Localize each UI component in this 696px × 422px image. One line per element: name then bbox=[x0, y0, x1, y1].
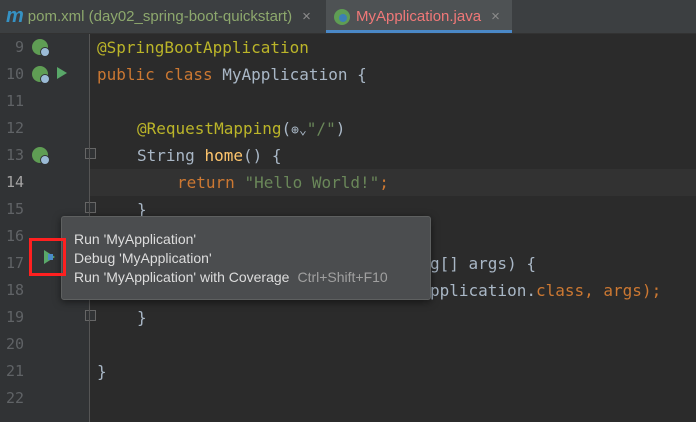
method-name: home bbox=[204, 146, 243, 165]
run-class-icon[interactable] bbox=[57, 67, 67, 79]
line-number: 19 bbox=[5, 308, 24, 326]
gutter-line: 21 bbox=[0, 358, 89, 385]
code-line: String home() { bbox=[90, 142, 696, 169]
line-number: 13 bbox=[5, 146, 24, 164]
globe-icon[interactable]: ⊕⌄ bbox=[291, 123, 307, 138]
line-number: 20 bbox=[5, 335, 24, 353]
annotation: @SpringBootApplication bbox=[97, 38, 309, 57]
code-text: public class MyApplication { bbox=[97, 61, 367, 88]
tab-myapplication-java[interactable]: MyApplication.java × bbox=[326, 0, 512, 33]
gutter-line: 11 bbox=[0, 88, 89, 115]
tab-label: MyApplication.java bbox=[356, 8, 482, 25]
gutter-line: 12 bbox=[0, 115, 89, 142]
code-punct: , args); bbox=[584, 281, 662, 300]
code-text: String home() { bbox=[137, 142, 282, 169]
line-number: 17 bbox=[5, 254, 24, 272]
line-number: 16 bbox=[5, 227, 24, 245]
code-text: pplication.class, args); bbox=[430, 277, 661, 304]
string-literal: "Hello World!" bbox=[244, 173, 380, 192]
menu-item-run-with-coverage[interactable]: Run 'MyApplication' with Coverage Ctrl+Sh… bbox=[74, 268, 388, 286]
spring-class-icon bbox=[334, 8, 350, 25]
gutter-line: 14 bbox=[0, 169, 89, 196]
menu-item-label: Run 'MyApplication' with Coverage bbox=[74, 269, 290, 285]
line-number: 18 bbox=[5, 281, 24, 299]
line-number: 12 bbox=[5, 119, 24, 137]
code-punct: () { bbox=[242, 146, 282, 165]
type-name: String bbox=[137, 146, 205, 165]
semicolon: ; bbox=[379, 173, 389, 192]
code-text: @SpringBootApplication bbox=[97, 34, 309, 61]
line-number: 15 bbox=[5, 200, 24, 218]
close-icon[interactable]: × bbox=[302, 8, 311, 25]
tab-pom-xml[interactable]: m pom.xml (day02_spring-boot-quickstart)… bbox=[6, 0, 320, 33]
line-number: 22 bbox=[5, 389, 24, 407]
line-number: 21 bbox=[5, 362, 24, 380]
code-text: } bbox=[97, 362, 107, 381]
keyword: return bbox=[177, 173, 245, 192]
code-line: } bbox=[90, 358, 696, 385]
web-endpoint-icon[interactable] bbox=[32, 147, 50, 165]
highlight-box bbox=[29, 238, 66, 276]
code-line: } bbox=[90, 304, 696, 331]
code-text: g[] args) { bbox=[430, 254, 536, 273]
current-code-line: return "Hello World!"; bbox=[90, 169, 696, 196]
editor-tab-bar: m pom.xml (day02_spring-boot-quickstart)… bbox=[0, 0, 696, 34]
code-text: return "Hello World!"; bbox=[177, 169, 389, 196]
code-text: } bbox=[137, 308, 147, 327]
line-number: 11 bbox=[5, 92, 24, 110]
code-line: @RequestMapping(⊕⌄"/") bbox=[90, 115, 696, 142]
line-number: 14 bbox=[5, 173, 24, 191]
spring-bean-icon[interactable] bbox=[32, 66, 50, 84]
keyword: public class bbox=[97, 65, 223, 84]
line-number: 10 bbox=[5, 65, 24, 83]
tab-label: pom.xml (day02_spring-boot-quickstart) bbox=[27, 8, 293, 25]
menu-item-debug[interactable]: Debug 'MyApplication' bbox=[74, 249, 212, 267]
keyword: class bbox=[535, 281, 585, 300]
close-icon[interactable]: × bbox=[491, 8, 500, 25]
code-line: @SpringBootApplication bbox=[90, 34, 696, 61]
annotation: @RequestMapping bbox=[137, 119, 282, 138]
paren: ) bbox=[335, 119, 346, 138]
paren: ( bbox=[281, 119, 292, 138]
line-number: 9 bbox=[14, 38, 24, 56]
string-literal: "/" bbox=[306, 119, 336, 138]
gutter-line: 19 bbox=[0, 304, 89, 331]
run-context-popup: Run 'MyApplication' Debug 'MyApplication… bbox=[61, 216, 431, 300]
class-declaration: MyApplication { bbox=[222, 65, 367, 84]
class-reference: pplication. bbox=[430, 281, 536, 300]
code-line: public class MyApplication { bbox=[90, 61, 696, 88]
shortcut-label: Ctrl+Shift+F10 bbox=[297, 269, 388, 285]
maven-icon: m bbox=[6, 5, 24, 27]
spring-bean-icon[interactable] bbox=[32, 39, 50, 57]
code-text: @RequestMapping(⊕⌄"/") bbox=[137, 115, 345, 144]
gutter-line: 22 bbox=[0, 385, 89, 412]
menu-item-run[interactable]: Run 'MyApplication' bbox=[74, 230, 196, 248]
gutter-line: 20 bbox=[0, 331, 89, 358]
